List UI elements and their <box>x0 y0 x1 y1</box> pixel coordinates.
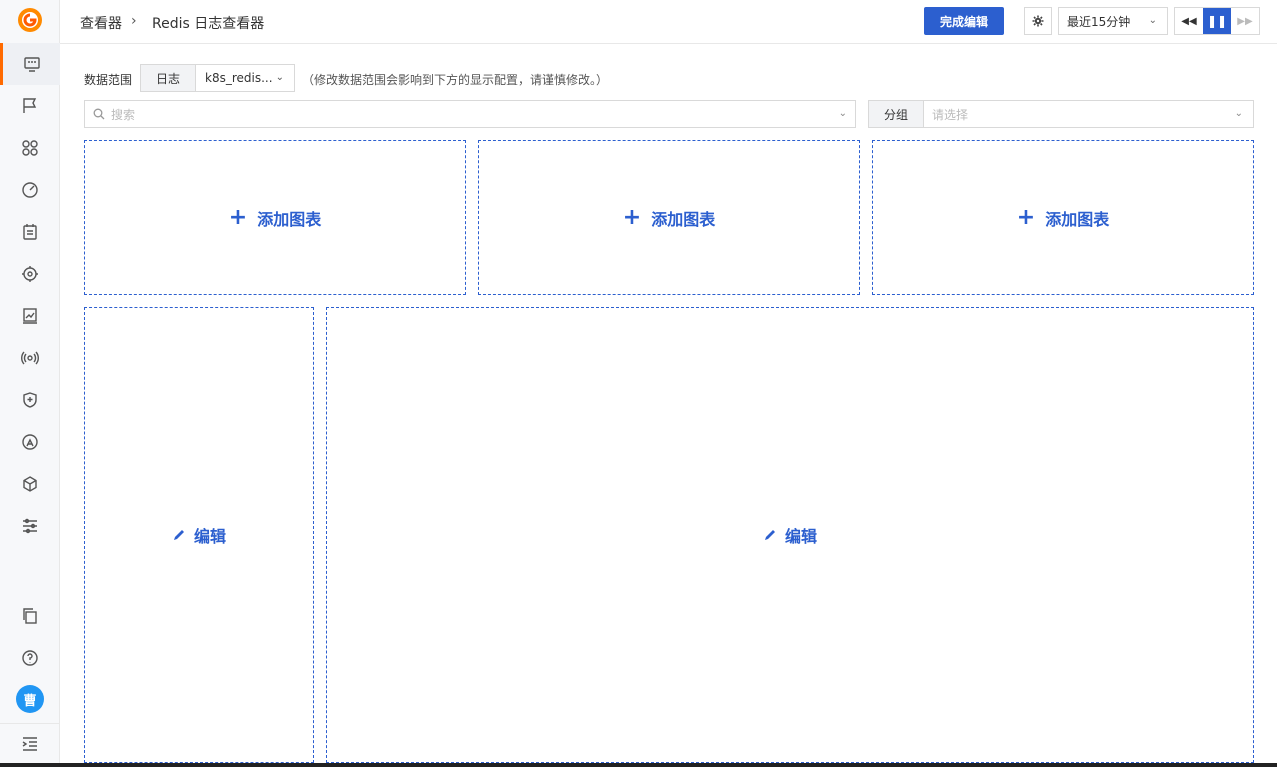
target-icon <box>22 266 38 282</box>
chart-board-icon <box>23 308 37 324</box>
data-scope-type: 日志 <box>140 64 196 92</box>
search-input[interactable]: 搜索 ⌄ <box>84 100 856 128</box>
sidebar-item-events[interactable] <box>0 85 60 127</box>
app-logo-icon[interactable] <box>17 7 43 33</box>
add-chart-action: + 添加图表 <box>623 206 715 230</box>
rewind-icon: ◀◀ <box>1181 15 1197 27</box>
edit-panel[interactable]: 编辑 <box>84 307 314 763</box>
pause-button[interactable]: ❚❚ <box>1203 8 1231 34</box>
monitor-icon <box>23 57 40 72</box>
sidebar-item-package[interactable] <box>0 463 60 505</box>
time-range-value: 最近15分钟 <box>1067 14 1131 29</box>
fast-forward-button[interactable]: ▶▶ <box>1231 8 1259 34</box>
sidebar-item-target[interactable] <box>0 253 60 295</box>
finish-edit-button[interactable]: 完成编辑 <box>924 7 1004 35</box>
plus-icon: + <box>1016 204 1036 230</box>
add-chart-action: + 添加图表 <box>229 206 321 230</box>
data-source-value: k8s_redis... <box>205 71 273 85</box>
copy-icon <box>23 608 37 624</box>
data-source-select[interactable]: k8s_redis... ⌄ <box>195 64 295 92</box>
playback-controls: ◀◀ ❚❚ ▶▶ <box>1174 7 1260 35</box>
search-icon <box>93 108 105 120</box>
edit-label: 编辑 <box>784 527 817 546</box>
sidebar-item-docs[interactable] <box>0 595 60 637</box>
breadcrumb-root[interactable]: 查看器 <box>80 13 122 33</box>
fast-forward-icon: ▶▶ <box>1237 15 1253 27</box>
gear-icon <box>1032 15 1044 27</box>
group-select[interactable]: 请选择 ⌄ <box>923 100 1254 128</box>
plus-icon: + <box>228 204 248 230</box>
taskbar-edge <box>0 763 1277 767</box>
sliders-icon <box>23 518 37 534</box>
add-chart-action: + 添加图表 <box>1017 206 1109 230</box>
shield-icon <box>23 392 37 408</box>
time-range-select[interactable]: 最近15分钟 ⌄ <box>1058 7 1168 35</box>
plus-icon: + <box>622 204 642 230</box>
signal-icon <box>22 434 38 450</box>
sidebar-item-chart[interactable] <box>0 295 60 337</box>
sidebar-item-security[interactable] <box>0 379 60 421</box>
pause-icon: ❚❚ <box>1206 14 1228 28</box>
edit-action: 编辑 <box>172 523 226 547</box>
chevron-down-icon: ⌄ <box>275 72 284 83</box>
data-scope-hint: （修改数据范围会影响到下方的显示配置，请谨慎修改。） <box>302 73 609 87</box>
sidebar-item-infra[interactable] <box>0 127 60 169</box>
edit-action: 编辑 <box>763 523 817 547</box>
user-avatar[interactable]: 曹 <box>16 685 44 713</box>
chevron-down-icon: ⌄ <box>1234 108 1243 119</box>
add-chart-label: 添加图表 <box>257 209 322 229</box>
search-placeholder: 搜索 <box>111 107 136 122</box>
sidebar-item-help[interactable] <box>0 637 60 679</box>
sidebar-item-network[interactable] <box>0 421 60 463</box>
add-chart-panel[interactable]: + 添加图表 <box>84 140 466 295</box>
pencil-icon <box>764 530 775 540</box>
sidebar-item-metrics[interactable] <box>0 169 60 211</box>
breadcrumb-separator: › <box>131 13 137 29</box>
grid-circles-icon <box>22 140 38 156</box>
add-chart-panel[interactable]: + 添加图表 <box>478 140 860 295</box>
data-scope-label: 数据范围 <box>84 73 133 87</box>
indent-icon <box>22 737 37 751</box>
sidebar-item-viewer[interactable] <box>0 43 60 85</box>
add-chart-panel[interactable]: + 添加图表 <box>872 140 1254 295</box>
cube-icon <box>23 476 37 492</box>
add-chart-label: 添加图表 <box>1045 209 1110 229</box>
edit-panel[interactable]: 编辑 <box>326 307 1254 763</box>
top-header: 查看器 › Redis 日志查看器 完成编辑 最近15分钟 ⌄ ◀◀ ❚❚ ▶▶ <box>60 0 1277 44</box>
group-label: 分组 <box>868 100 924 128</box>
settings-button[interactable] <box>1024 7 1052 35</box>
add-chart-label: 添加图表 <box>651 209 716 229</box>
calendar-list-icon <box>23 224 37 240</box>
group-placeholder: 请选择 <box>932 107 969 122</box>
chevron-down-icon: ⌄ <box>838 108 847 119</box>
chevron-down-icon: ⌄ <box>1148 15 1157 26</box>
pencil-icon <box>173 530 184 540</box>
sidebar-collapse-toggle[interactable] <box>0 723 60 765</box>
help-icon <box>22 650 38 666</box>
gauge-icon <box>22 182 38 198</box>
sidebar-item-broadcast[interactable] <box>0 337 60 379</box>
edit-label: 编辑 <box>193 527 226 546</box>
broadcast-icon <box>21 351 39 365</box>
sidebar-item-logs[interactable] <box>0 211 60 253</box>
sidebar: 曹 <box>0 0 60 767</box>
flag-icon <box>23 98 37 113</box>
page-title: Redis 日志查看器 <box>152 16 265 32</box>
rewind-button[interactable]: ◀◀ <box>1175 8 1203 34</box>
sidebar-item-settings[interactable] <box>0 505 60 547</box>
